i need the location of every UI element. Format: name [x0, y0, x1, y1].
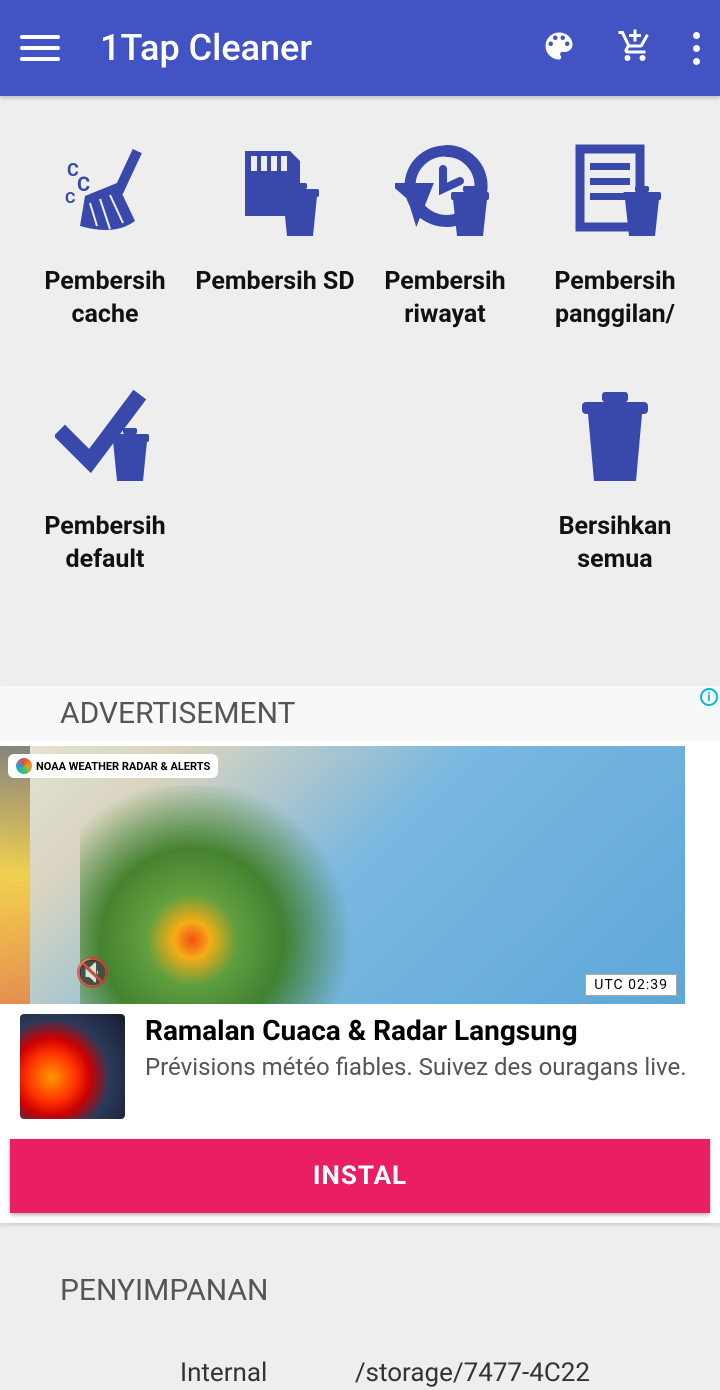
- sdcard-trash-icon: [195, 136, 355, 246]
- feature-clean-all[interactable]: Bersihkan semua: [535, 381, 695, 576]
- call-log-trash-icon: [535, 136, 695, 246]
- menu-icon[interactable]: [20, 28, 60, 68]
- svg-text:C: C: [65, 188, 75, 207]
- feature-sd-cleaner[interactable]: Pembersih SD: [195, 136, 355, 331]
- broom-icon: CCC: [25, 136, 185, 246]
- ad-info-icon[interactable]: i: [700, 688, 718, 706]
- feature-empty: [195, 381, 355, 576]
- advertisement-section: i ADVERTISEMENT NOAA WEATHER RADAR & ALE…: [0, 686, 720, 1223]
- ad-media[interactable]: NOAA WEATHER RADAR & ALERTS 🔇 UTC 02:39: [0, 746, 685, 1004]
- mute-icon[interactable]: 🔇: [75, 956, 110, 989]
- feature-label: Pembersih panggilan/: [535, 266, 695, 331]
- check-trash-icon: [25, 381, 185, 491]
- ad-description: Prévisions météo fiables. Suivez des our…: [145, 1053, 700, 1081]
- feature-label: Bersihkan semua: [535, 511, 695, 576]
- ad-map-badge: NOAA WEATHER RADAR & ALERTS: [8, 754, 218, 778]
- install-button[interactable]: INSTAL: [10, 1139, 710, 1213]
- storage-external-path: /storage/7477-4C22: [355, 1358, 590, 1388]
- feature-default-cleaner[interactable]: Pembersih default: [25, 381, 185, 576]
- storage-section: PENYIMPANAN Internal /storage/7477-4C22: [0, 1223, 720, 1388]
- svg-text:C: C: [77, 172, 90, 196]
- feature-label: Pembersih riwayat: [365, 266, 525, 331]
- palette-icon[interactable]: [541, 28, 577, 68]
- feature-label: Pembersih SD: [195, 266, 355, 299]
- ad-thumbnail[interactable]: [20, 1014, 125, 1119]
- cart-add-icon[interactable]: [617, 28, 653, 68]
- storage-section-label: PENYIMPANAN: [60, 1273, 660, 1308]
- feature-label: Pembersih default: [25, 511, 185, 576]
- storage-internal-label: Internal: [180, 1358, 267, 1388]
- feature-label: Pembersih cache: [25, 266, 185, 331]
- trash-icon: [535, 381, 695, 491]
- ad-section-label: ADVERTISEMENT: [0, 686, 720, 741]
- header-actions: [541, 28, 700, 68]
- app-title: 1Tap Cleaner: [100, 27, 541, 69]
- ad-details: Ramalan Cuaca & Radar Langsung Prévision…: [0, 1004, 720, 1129]
- history-trash-icon: [365, 136, 525, 246]
- storage-row: Internal /storage/7477-4C22: [60, 1308, 660, 1388]
- feature-cache-cleaner[interactable]: CCC Pembersih cache: [25, 136, 185, 331]
- feature-empty: [365, 381, 525, 576]
- feature-grid: CCC Pembersih cache Pembersih SD Pembers…: [0, 96, 720, 686]
- feature-history-cleaner[interactable]: Pembersih riwayat: [365, 136, 525, 331]
- overflow-menu-icon[interactable]: [693, 32, 700, 65]
- feature-calls-cleaner[interactable]: Pembersih panggilan/: [535, 136, 695, 331]
- app-header: 1Tap Cleaner: [0, 0, 720, 96]
- ad-time-badge: UTC 02:39: [585, 974, 677, 996]
- ad-title: Ramalan Cuaca & Radar Langsung: [145, 1014, 700, 1047]
